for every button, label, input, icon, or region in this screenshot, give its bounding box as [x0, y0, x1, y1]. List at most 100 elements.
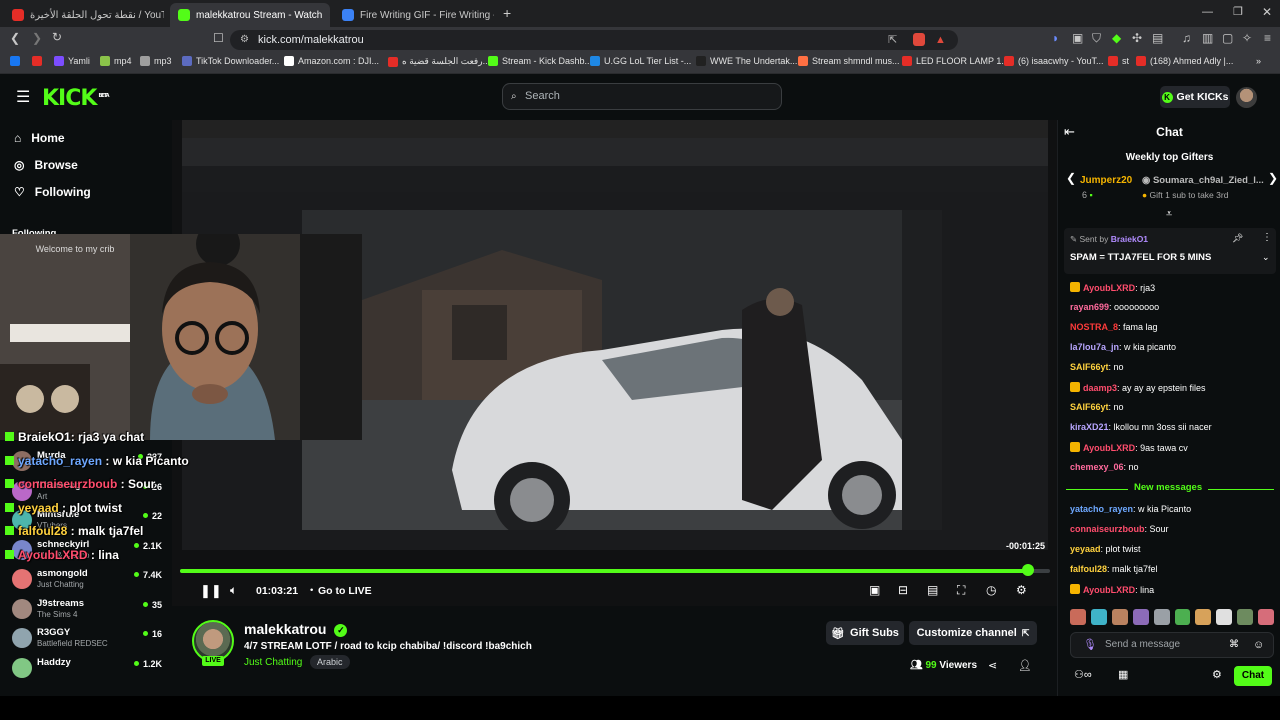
bookmark-item[interactable]: mp4: [100, 56, 132, 66]
bookmark-item[interactable]: [32, 56, 42, 66]
new-messages-divider[interactable]: New messages: [1066, 482, 1274, 496]
shield-icon[interactable]: ⛉: [1092, 31, 1101, 46]
chat-username[interactable]: SAIF66yt: [1070, 402, 1109, 412]
bookmark-item[interactable]: LED FLOOR LAMP 1...: [902, 56, 1009, 66]
progress-bar[interactable]: [180, 569, 1050, 573]
brave-shield-icon[interactable]: [913, 33, 925, 46]
emote-icon[interactable]: [1070, 609, 1086, 625]
minimize-icon[interactable]: —: [1202, 6, 1213, 18]
chat-username[interactable]: chemexy_06: [1070, 462, 1124, 472]
back-icon[interactable]: ❮: [10, 31, 20, 45]
streamer-name[interactable]: malekkatrou ✓: [244, 621, 348, 637]
extension-icon[interactable]: ◆: [1112, 31, 1121, 45]
expand-gifters-icon[interactable]: ⩡: [1166, 208, 1172, 221]
chat-username[interactable]: la7lou7a_jn: [1070, 342, 1119, 352]
bookmark-item[interactable]: mp3: [140, 56, 172, 66]
fullscreen-icon[interactable]: ⛶: [957, 583, 965, 598]
reading-list-icon[interactable]: ▥: [1202, 31, 1213, 45]
bookmark-item[interactable]: Stream shmndl mus...: [798, 56, 900, 66]
gift-subs-button[interactable]: 🎁︎ Gift Subs: [826, 621, 904, 645]
chat-username[interactable]: SAIF66yt: [1070, 362, 1109, 372]
chat-username[interactable]: AyoubLXRD: [1083, 443, 1135, 453]
chevron-left-icon[interactable]: ❮: [1066, 171, 1076, 185]
browser-tab[interactable]: نقطة تحول الحلقة الأخيرة / YouTube -: [4, 3, 164, 27]
bookmark-item[interactable]: [10, 56, 20, 66]
search-input[interactable]: ⌕ Search: [502, 83, 782, 110]
bookmark-star-icon[interactable]: ☐: [213, 31, 224, 45]
chat-username[interactable]: rayan699: [1070, 302, 1109, 312]
nav-following[interactable]: ♡ Following: [14, 185, 91, 199]
emote-icon[interactable]: [1090, 609, 1107, 625]
forward-icon[interactable]: ❯: [32, 31, 42, 45]
new-tab-button[interactable]: +: [503, 5, 511, 21]
chat-message-input[interactable]: 🎙︎ Send a message ⌘ ☺: [1070, 632, 1274, 658]
gifter-name[interactable]: Jumperz20: [1080, 175, 1132, 186]
kick-logo[interactable]: KICK BETA: [42, 86, 110, 111]
emote-icon[interactable]: [1195, 609, 1212, 625]
language-tag[interactable]: Arabic: [310, 655, 350, 669]
hamburger-menu-icon[interactable]: ☰: [16, 87, 30, 107]
menu-icon[interactable]: ≡: [1264, 31, 1271, 45]
following-item[interactable]: asmongold Just Chatting 7.4K: [12, 566, 162, 594]
bookmark-item[interactable]: st: [1108, 56, 1129, 66]
rewards-icon[interactable]: ▲: [935, 30, 946, 50]
clip-icon[interactable]: ▤: [927, 583, 938, 597]
emote-icon[interactable]: [1237, 609, 1254, 625]
site-info-icon[interactable]: ⚙: [240, 30, 249, 50]
category-link[interactable]: Just Chatting: [244, 657, 302, 668]
chevron-right-icon[interactable]: ❯: [1268, 171, 1278, 185]
emote-icon[interactable]: [1153, 609, 1170, 625]
following-item[interactable]: Haddzy 1.2K: [12, 655, 162, 683]
leo-icon[interactable]: ✧: [1242, 31, 1252, 45]
puzzle-icon[interactable]: ✣: [1132, 31, 1142, 45]
bookmark-item[interactable]: Stream - Kick Dashb...: [488, 56, 592, 66]
bookmark-item[interactable]: Yamli: [54, 56, 90, 66]
sidebar-icon[interactable]: ▤: [1152, 31, 1163, 45]
kick-emote-icon[interactable]: ⌘: [1229, 633, 1239, 657]
store-icon[interactable]: ▦: [1118, 668, 1128, 681]
chat-username[interactable]: yatacho_rayen: [1070, 504, 1133, 514]
chat-username[interactable]: falfoul28: [1070, 564, 1107, 574]
follow-user-icon[interactable]: 👤︎: [1018, 659, 1032, 672]
customize-channel-button[interactable]: Customize channel ⇱: [909, 621, 1037, 645]
emote-icon[interactable]: [1111, 609, 1128, 625]
share-icon[interactable]: ⇱: [888, 30, 897, 50]
bookmark-item[interactable]: Amazon.com : DJI...: [284, 56, 379, 66]
emote-icon[interactable]: [1216, 609, 1233, 625]
chat-username[interactable]: NOSTRA_8: [1070, 322, 1118, 332]
pause-icon[interactable]: ❚❚: [200, 583, 222, 599]
extension-icon[interactable]: ▣: [1072, 31, 1083, 45]
nav-home[interactable]: ⌂ Home: [14, 131, 65, 145]
close-tab-icon[interactable]: ✕: [328, 8, 330, 22]
bookmark-item[interactable]: U.GG LoL Tier List -...: [590, 56, 691, 66]
chat-username[interactable]: daamp3: [1083, 383, 1117, 393]
wallet-icon[interactable]: ▢: [1222, 31, 1233, 45]
playback-speed-icon[interactable]: ◷: [986, 583, 996, 597]
settings-gear-icon[interactable]: ⚙: [1016, 583, 1027, 597]
following-item[interactable]: J9streams The Sims 4 35: [12, 596, 162, 624]
chevron-down-icon[interactable]: ⌄: [1262, 252, 1270, 263]
emote-icon[interactable]: [1258, 609, 1275, 625]
bookmark-item[interactable]: رفعت الجلسة قضية ه...: [388, 56, 490, 67]
chat-send-button[interactable]: Chat: [1234, 666, 1272, 686]
bookmark-item[interactable]: (6) isaacwhy - YouT...: [1004, 56, 1104, 66]
following-item[interactable]: R3GGY Battlefield REDSEC 16: [12, 625, 162, 653]
go-to-live-button[interactable]: Go to LIVE: [318, 585, 372, 597]
emote-icon[interactable]: [1174, 609, 1191, 625]
emote-icon[interactable]: [1132, 609, 1149, 625]
picture-in-picture-icon[interactable]: ▣: [869, 583, 880, 597]
bookmark-item[interactable]: WWE The Undertak...: [696, 56, 797, 66]
pin-icon[interactable]: 📌︎: [1232, 233, 1243, 244]
browser-tab-active[interactable]: malekkatrou Stream - Watch ✕: [170, 3, 330, 27]
close-window-icon[interactable]: ✕: [1262, 5, 1272, 19]
emoji-icon[interactable]: ☺: [1253, 633, 1264, 657]
chat-username[interactable]: kiraXD21: [1070, 422, 1109, 432]
translate-icon[interactable]: ◗: [1052, 31, 1059, 45]
nav-browse[interactable]: ◎ Browse: [14, 158, 78, 172]
restore-icon[interactable]: ❐: [1233, 5, 1243, 18]
user-connections-icon[interactable]: ⚇∞: [1074, 668, 1092, 681]
gifter-name[interactable]: ◉ Soumara_ch9al_Zied_l...: [1142, 175, 1264, 186]
chat-settings-icon[interactable]: ⚙: [1212, 668, 1222, 681]
bookmarks-overflow-icon[interactable]: »: [1256, 56, 1261, 66]
chat-username[interactable]: yeyaad: [1070, 544, 1101, 554]
